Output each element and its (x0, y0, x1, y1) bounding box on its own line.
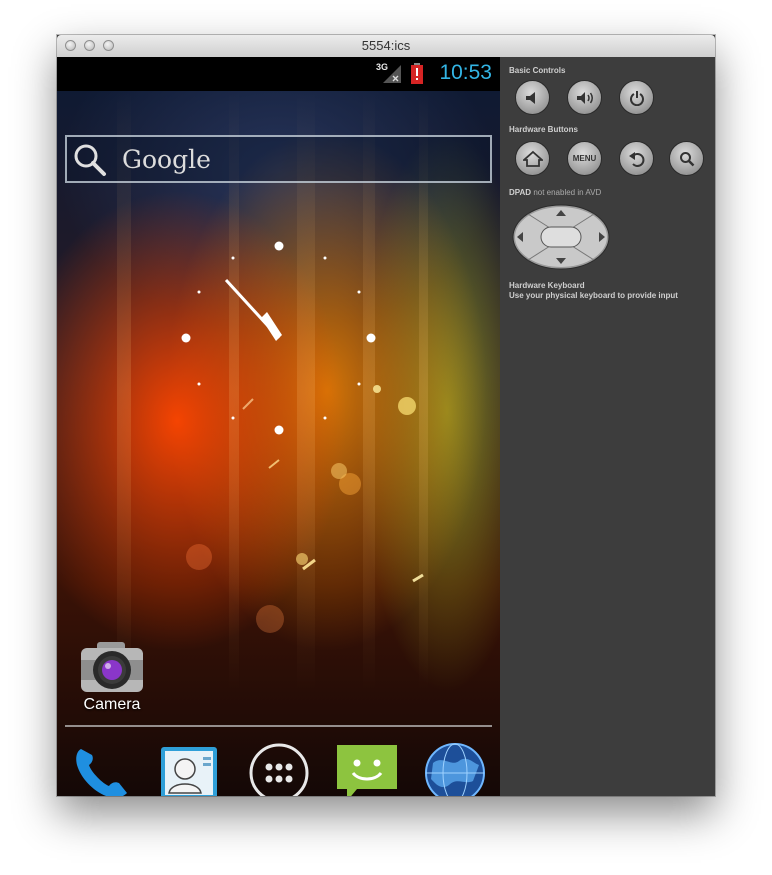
messaging-icon[interactable] (335, 741, 399, 796)
volume-down-icon (525, 91, 535, 104)
back-icon (628, 151, 644, 167)
volume-down-button[interactable] (515, 80, 550, 115)
menu-button-label: MENU (572, 154, 597, 163)
camera-label: Camera (83, 696, 141, 713)
analog-clock-widget[interactable] (177, 236, 377, 436)
dpad-label: DPAD not enabled in AVD (509, 188, 601, 197)
search-button[interactable] (669, 141, 704, 176)
device-screen[interactable]: 3G 10:53 Google Camera (57, 57, 500, 796)
hardware-keyboard-hint: Use your physical keyboard to provide in… (509, 291, 678, 300)
dock-divider (65, 725, 492, 727)
search-label: Google (122, 145, 211, 174)
power-icon (629, 90, 644, 106)
title-bar[interactable]: 5554:ics (57, 35, 715, 58)
browser-globe-icon[interactable] (423, 741, 487, 796)
home-wallpaper[interactable]: Google Camera (57, 91, 500, 796)
home-icon (522, 150, 543, 167)
contacts-icon[interactable] (157, 741, 221, 796)
basic-controls-label: Basic Controls (509, 66, 566, 75)
emulator-window: 5554:ics 3G 10:53 Google Camera Basic Co… (57, 35, 715, 796)
home-button[interactable] (515, 141, 550, 176)
status-clock: 10:53 (439, 61, 492, 84)
emulator-controls-panel: Basic Controls Hardware Buttons MENU DPA… (500, 57, 715, 796)
google-search-bar[interactable]: Google (65, 135, 492, 183)
window-title: 5554:ics (361, 38, 411, 53)
dpad-title: DPAD (509, 188, 532, 197)
camera-icon[interactable] (79, 640, 145, 700)
dpad-hint: not enabled in AVD (533, 188, 602, 197)
search-icon (74, 144, 106, 176)
search-icon (679, 151, 694, 166)
back-button[interactable] (619, 141, 654, 176)
hardware-buttons-label: Hardware Buttons (509, 125, 578, 134)
volume-up-icon (576, 91, 593, 104)
volume-up-button[interactable] (567, 80, 602, 115)
phone-icon[interactable] (69, 741, 133, 796)
menu-button[interactable]: MENU (567, 141, 602, 176)
hardware-keyboard-label: Hardware Keyboard (509, 281, 585, 290)
signal-icon (383, 65, 401, 83)
dpad-control[interactable] (512, 204, 610, 270)
all-apps-icon[interactable] (247, 741, 311, 796)
status-bar[interactable]: 3G 10:53 (57, 57, 500, 91)
battery-alert-icon (411, 63, 423, 84)
power-button[interactable] (619, 80, 654, 115)
